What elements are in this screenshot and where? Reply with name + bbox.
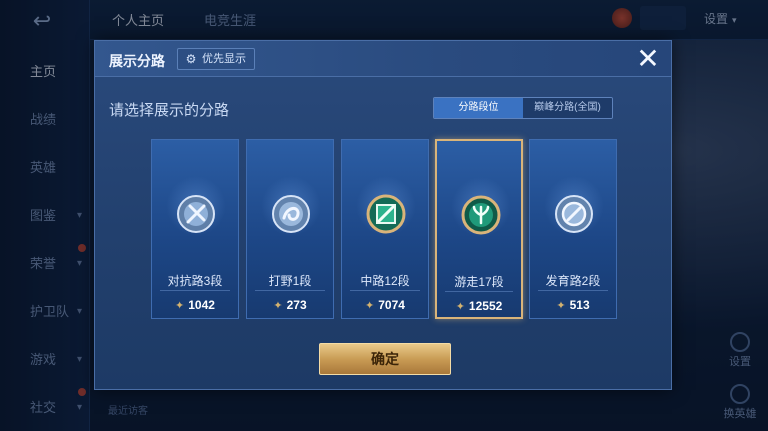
sword-cross-icon: [176, 194, 216, 234]
lane-card-list: 对抗路3段 ✦ 1042 打野1段 ✦ 273 中路12段 ✦ 7074 游走1…: [151, 139, 621, 319]
lane-score: ✦ 12552: [455, 299, 503, 313]
lane-name: 中路12段: [360, 274, 410, 288]
segment-peak-lane[interactable]: 巅峰分路(全国): [523, 98, 612, 118]
lane-display-dialog: 展示分路 ⚙ 优先显示 ✕ 请选择展示的分路 分路段位 巅峰分路(全国) 对抗路…: [94, 40, 672, 390]
card-divider: [350, 290, 420, 291]
dialog-header: 展示分路 ⚙ 优先显示 ✕: [95, 41, 671, 77]
lane-score: ✦ 1042: [175, 298, 215, 312]
dialog-title: 展示分路: [109, 53, 165, 69]
priority-display-button[interactable]: ⚙ 优先显示: [177, 48, 255, 70]
rank-star-icon: ✦: [273, 300, 283, 312]
lane-mode-segmented-control: 分路段位 巅峰分路(全国): [433, 97, 613, 119]
confirm-button[interactable]: 确定: [319, 343, 451, 375]
lane-card-mid[interactable]: 中路12段 ✦ 7074: [341, 139, 429, 319]
rank-star-icon: ✦: [556, 300, 566, 312]
rank-star-icon: ✦: [365, 300, 375, 312]
rank-star-icon: ✦: [175, 300, 185, 312]
ring-arrow-icon: [554, 194, 594, 234]
claw-swirl-icon: [271, 194, 311, 234]
lane-name: 游走17段: [454, 275, 504, 289]
rank-star-icon: ✦: [455, 301, 465, 313]
card-divider: [160, 290, 230, 291]
card-divider: [445, 291, 513, 292]
segment-lane-rank[interactable]: 分路段位: [434, 98, 523, 118]
lane-card-top[interactable]: 对抗路3段 ✦ 1042: [151, 139, 239, 319]
diagonal-slash-icon: [366, 194, 406, 234]
priority-display-label: 优先显示: [202, 53, 246, 65]
lane-score: ✦ 7074: [365, 298, 405, 312]
lane-score: ✦ 513: [556, 298, 590, 312]
select-lane-prompt: 请选择展示的分路: [109, 102, 230, 119]
card-divider: [538, 290, 608, 291]
lane-name: 发育路2段: [545, 274, 601, 288]
lane-card-support[interactable]: 游走17段 ✦ 12552: [435, 139, 523, 319]
leaf-shield-icon: [461, 195, 501, 235]
lane-name: 打野1段: [268, 274, 312, 288]
lane-card-adc[interactable]: 发育路2段 ✦ 513: [529, 139, 617, 319]
close-icon[interactable]: ✕: [633, 45, 663, 75]
lane-name: 对抗路3段: [167, 274, 223, 288]
lane-card-jungle[interactable]: 打野1段 ✦ 273: [246, 139, 334, 319]
gear-icon: ⚙: [185, 52, 197, 66]
card-divider: [255, 290, 325, 291]
lane-score: ✦ 273: [273, 298, 307, 312]
